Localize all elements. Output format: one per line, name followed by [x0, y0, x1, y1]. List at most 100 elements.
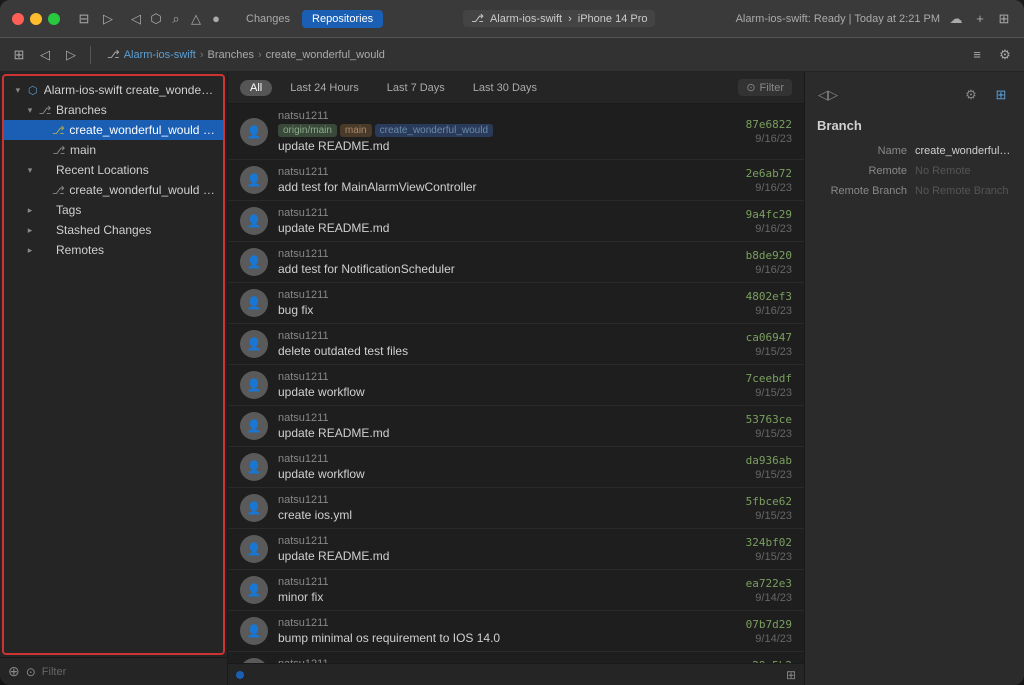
- recent-label: Recent Locations: [56, 163, 149, 177]
- commit-item-2[interactable]: 👤 natsu1211 update README.md 9a4fc29 9/1…: [228, 201, 804, 242]
- right-panel-nav-icons[interactable]: ◁▷: [817, 84, 839, 106]
- filter-bar: All Last 24 Hours Last 7 Days Last 30 Da…: [228, 72, 804, 104]
- commit-item-6[interactable]: 👤 natsu1211 update workflow 7ceebdf 9/15…: [228, 365, 804, 406]
- panel-value-remote-branch: No Remote Branch: [915, 185, 1012, 197]
- forward-icon[interactable]: ⬡: [148, 11, 164, 27]
- right-panel-settings[interactable]: ⚙: [960, 84, 982, 106]
- tab-changes[interactable]: Changes: [236, 10, 300, 28]
- sidebar-item-recent-branch[interactable]: ⎇ create_wonderful_would (c...: [4, 180, 223, 200]
- commit-date-5: 9/15/23: [746, 346, 792, 358]
- commit-info-9: natsu1211 create ios.yml: [278, 494, 736, 522]
- commit-avatar-10: 👤: [240, 535, 268, 563]
- toolbar-nav-right[interactable]: ▷: [60, 44, 82, 66]
- commit-item-0[interactable]: 👤 natsu1211 origin/main main create_wond…: [228, 104, 804, 160]
- recent-branch-label: create_wonderful_would (c...: [69, 183, 215, 197]
- commit-avatar-2: 👤: [240, 207, 268, 235]
- commit-item-9[interactable]: 👤 natsu1211 create ios.yml 5fbce62 9/15/…: [228, 488, 804, 529]
- filter-all[interactable]: All: [240, 80, 272, 96]
- commit-item-13[interactable]: 👤 natsu1211 workaround when user ignores…: [228, 652, 804, 663]
- breadcrumb-branches[interactable]: Branches: [207, 49, 253, 61]
- sidebar-item-tags[interactable]: Tags: [4, 200, 223, 220]
- sidebar-item-recent-locations[interactable]: Recent Locations: [4, 160, 223, 180]
- sidebar-item-stashed-changes[interactable]: Stashed Changes: [4, 220, 223, 240]
- tag-main: main: [340, 124, 372, 137]
- create-branch-label: create_wonderful_would (c...: [69, 123, 215, 137]
- sidebar-item-alarm-root[interactable]: ⬡ Alarm-ios-swift create_wonderf...: [4, 80, 223, 100]
- commit-item-4[interactable]: 👤 natsu1211 bug fix 4802ef3 9/16/23: [228, 283, 804, 324]
- commit-item-1[interactable]: 👤 natsu1211 add test for MainAlarmViewCo…: [228, 160, 804, 201]
- filter-30d[interactable]: Last 30 Days: [463, 80, 547, 96]
- sidebar-item-create-branch[interactable]: ⎇ create_wonderful_would (c...: [4, 120, 223, 140]
- root-label: Alarm-ios-swift create_wonderf...: [44, 83, 215, 97]
- arrow-branches: [24, 104, 36, 116]
- create-branch-icon: ⎇: [51, 123, 65, 137]
- commit-item-11[interactable]: 👤 natsu1211 minor fix ea722e3 9/14/23: [228, 570, 804, 611]
- tab-repositories[interactable]: Repositories: [302, 10, 383, 28]
- sidebar-item-branches[interactable]: ⎇ Branches: [4, 100, 223, 120]
- filter-7d[interactable]: Last 7 Days: [377, 80, 455, 96]
- footer-add-icon[interactable]: ⊕: [8, 663, 20, 680]
- status-text: Alarm-ios-swift: Ready | Today at 2:21 P…: [736, 13, 940, 25]
- commit-message-11: minor fix: [278, 590, 736, 604]
- close-button[interactable]: [12, 13, 24, 25]
- toolbar-settings-icon[interactable]: ⚙: [994, 44, 1016, 66]
- commit-info-10: natsu1211 update README.md: [278, 535, 736, 563]
- commit-date-10: 9/15/23: [746, 551, 792, 563]
- commit-avatar-0: 👤: [240, 118, 268, 146]
- titlebar-right: ☁ + ⊞: [948, 11, 1012, 27]
- commit-item-5[interactable]: 👤 natsu1211 delete outdated test files c…: [228, 324, 804, 365]
- main-area: ⬡ Alarm-ios-swift create_wonderf... ⎇ Br…: [0, 72, 1024, 685]
- toolbar-nav-left[interactable]: ◁: [34, 44, 56, 66]
- warning-icon[interactable]: △: [188, 11, 204, 27]
- maximize-button[interactable]: [48, 13, 60, 25]
- main-window: ⊟ ▷ ◁ ⬡ ⌕ △ ● Changes Repositories ⎇ Ala…: [0, 0, 1024, 685]
- commit-author-3: natsu1211: [278, 248, 736, 260]
- commit-message-12: bump minimal os requirement to IOS 14.0: [278, 631, 736, 645]
- footer-indicator: [236, 671, 244, 679]
- branch-icon: ⎇: [107, 48, 120, 61]
- sidebar-item-main[interactable]: ⎇ main: [4, 140, 223, 160]
- search-icon[interactable]: ⌕: [168, 11, 184, 27]
- toolbar-grid-icon[interactable]: ⊞: [8, 44, 30, 66]
- footer-filter-text[interactable]: Filter: [42, 666, 66, 678]
- main-label: main: [70, 143, 96, 157]
- cloud-icon[interactable]: ☁: [948, 11, 964, 27]
- commit-avatar-9: 👤: [240, 494, 268, 522]
- scheme-selector[interactable]: ⎇ Alarm-ios-swift › iPhone 14 Pro: [463, 10, 655, 27]
- breadcrumb-repo[interactable]: Alarm-ios-swift: [124, 49, 196, 61]
- panel-value-remote: No Remote: [915, 165, 1012, 177]
- filter-24h[interactable]: Last 24 Hours: [280, 80, 368, 96]
- right-panel-expand[interactable]: ⊞: [990, 84, 1012, 106]
- run-icon[interactable]: ●: [208, 11, 224, 27]
- commit-date-12: 9/14/23: [746, 633, 792, 645]
- footer-expand-icon[interactable]: ⊞: [786, 668, 796, 682]
- commit-info-12: natsu1211 bump minimal os requirement to…: [278, 617, 736, 645]
- add-icon[interactable]: +: [972, 11, 988, 27]
- commit-item-7[interactable]: 👤 natsu1211 update README.md 53763ce 9/1…: [228, 406, 804, 447]
- minimize-button[interactable]: [30, 13, 42, 25]
- commit-item-8[interactable]: 👤 natsu1211 update workflow da936ab 9/15…: [228, 447, 804, 488]
- commit-info-1: natsu1211 add test for MainAlarmViewCont…: [278, 166, 736, 194]
- toolbar-list-icon[interactable]: ≡: [966, 44, 988, 66]
- filter-search[interactable]: ⊙ Filter: [738, 79, 792, 96]
- commit-item-3[interactable]: 👤 natsu1211 add test for NotificationSch…: [228, 242, 804, 283]
- commit-message-0: update README.md: [278, 139, 736, 153]
- sidebar-toggle-icon[interactable]: ⊟: [76, 11, 92, 27]
- sidebar-item-remotes[interactable]: Remotes: [4, 240, 223, 260]
- commit-item-12[interactable]: 👤 natsu1211 bump minimal os requirement …: [228, 611, 804, 652]
- layout-icon[interactable]: ⊞: [996, 11, 1012, 27]
- commit-message-6: update workflow: [278, 385, 736, 399]
- commit-info-6: natsu1211 update workflow: [278, 371, 736, 399]
- navigator-icon[interactable]: ▷: [100, 11, 116, 27]
- commit-avatar-7: 👤: [240, 412, 268, 440]
- commit-hash-1: 2e6ab72: [746, 167, 792, 180]
- back-icon[interactable]: ◁: [128, 11, 144, 27]
- commit-author-2: natsu1211: [278, 207, 736, 219]
- breadcrumb-current[interactable]: create_wonderful_would: [266, 49, 385, 61]
- commit-avatar-11: 👤: [240, 576, 268, 604]
- commit-date-1: 9/16/23: [746, 182, 792, 194]
- commit-item-10[interactable]: 👤 natsu1211 update README.md 324bf02 9/1…: [228, 529, 804, 570]
- commit-avatar-4: 👤: [240, 289, 268, 317]
- footer-filter-icon[interactable]: ⊙: [26, 665, 36, 679]
- commit-hash-12: 07b7d29: [746, 618, 792, 631]
